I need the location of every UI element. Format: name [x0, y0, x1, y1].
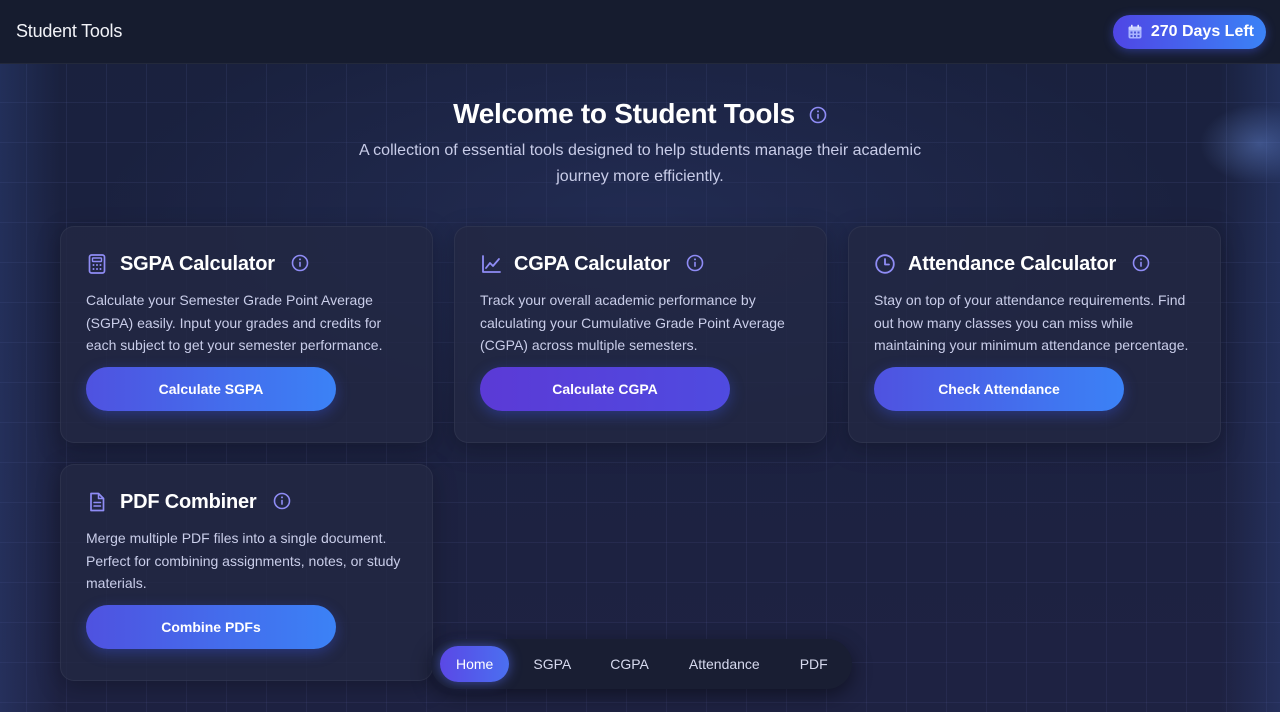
tool-card-attendance: Attendance Calculator Stay on top of you… [848, 226, 1221, 443]
card-header: CGPA Calculator [480, 251, 801, 277]
calendar-icon [1127, 24, 1143, 40]
bottom-navigation: Home SGPA CGPA Attendance PDF [431, 639, 852, 689]
card-header: PDF Combiner [86, 489, 407, 515]
calculate-sgpa-button[interactable]: Calculate SGPA [86, 367, 336, 411]
card-title: PDF Combiner [120, 490, 257, 513]
combine-pdfs-button[interactable]: Combine PDFs [86, 605, 336, 649]
info-icon[interactable] [809, 106, 827, 124]
clock-icon [874, 253, 896, 275]
page-title: Welcome to Student Tools [453, 98, 827, 130]
card-description: Merge multiple PDF files into a single d… [86, 530, 401, 591]
info-icon[interactable] [686, 254, 704, 272]
info-icon[interactable] [1132, 254, 1150, 272]
brand-title[interactable]: Student Tools [16, 21, 122, 42]
calculator-icon [86, 253, 108, 275]
days-left-badge: 270 Days Left [1112, 14, 1266, 49]
tool-card-cgpa: CGPA Calculator Track your overall acade… [454, 226, 827, 443]
card-title: SGPA Calculator [120, 252, 275, 275]
nav-item-pdf[interactable]: PDF [784, 646, 844, 682]
days-left-label: 270 Days Left [1150, 22, 1254, 40]
check-attendance-button[interactable]: Check Attendance [874, 367, 1124, 411]
page-title-text: Welcome to Student Tools [453, 98, 795, 129]
tool-card-pdf: PDF Combiner Merge multiple PDF files in… [60, 464, 433, 681]
card-description: Track your overall academic performance … [480, 292, 785, 353]
card-description: Stay on top of your attendance requireme… [874, 292, 1189, 353]
card-title: Attendance Calculator [908, 252, 1117, 275]
hero-section: Welcome to Student Tools A collection of… [0, 98, 1280, 190]
nav-item-cgpa[interactable]: CGPA [594, 646, 665, 682]
card-title: CGPA Calculator [514, 252, 670, 275]
nav-item-sgpa[interactable]: SGPA [517, 646, 587, 682]
nav-item-home[interactable]: Home [440, 646, 510, 682]
card-header: SGPA Calculator [86, 251, 407, 277]
document-icon [86, 491, 108, 513]
chart-line-icon [480, 253, 502, 275]
card-description: Calculate your Semester Grade Point Aver… [86, 292, 383, 353]
top-header: Student Tools 270 Days Left [0, 0, 1280, 64]
card-header: Attendance Calculator [874, 251, 1195, 277]
tool-card-sgpa: SGPA Calculator Calculate your Semester … [60, 226, 433, 443]
info-icon[interactable] [291, 254, 309, 272]
page-subtitle: A collection of essential tools designed… [358, 142, 922, 185]
info-icon[interactable] [273, 492, 291, 510]
calculate-cgpa-button[interactable]: Calculate CGPA [480, 367, 730, 411]
nav-item-attendance[interactable]: Attendance [673, 646, 776, 682]
